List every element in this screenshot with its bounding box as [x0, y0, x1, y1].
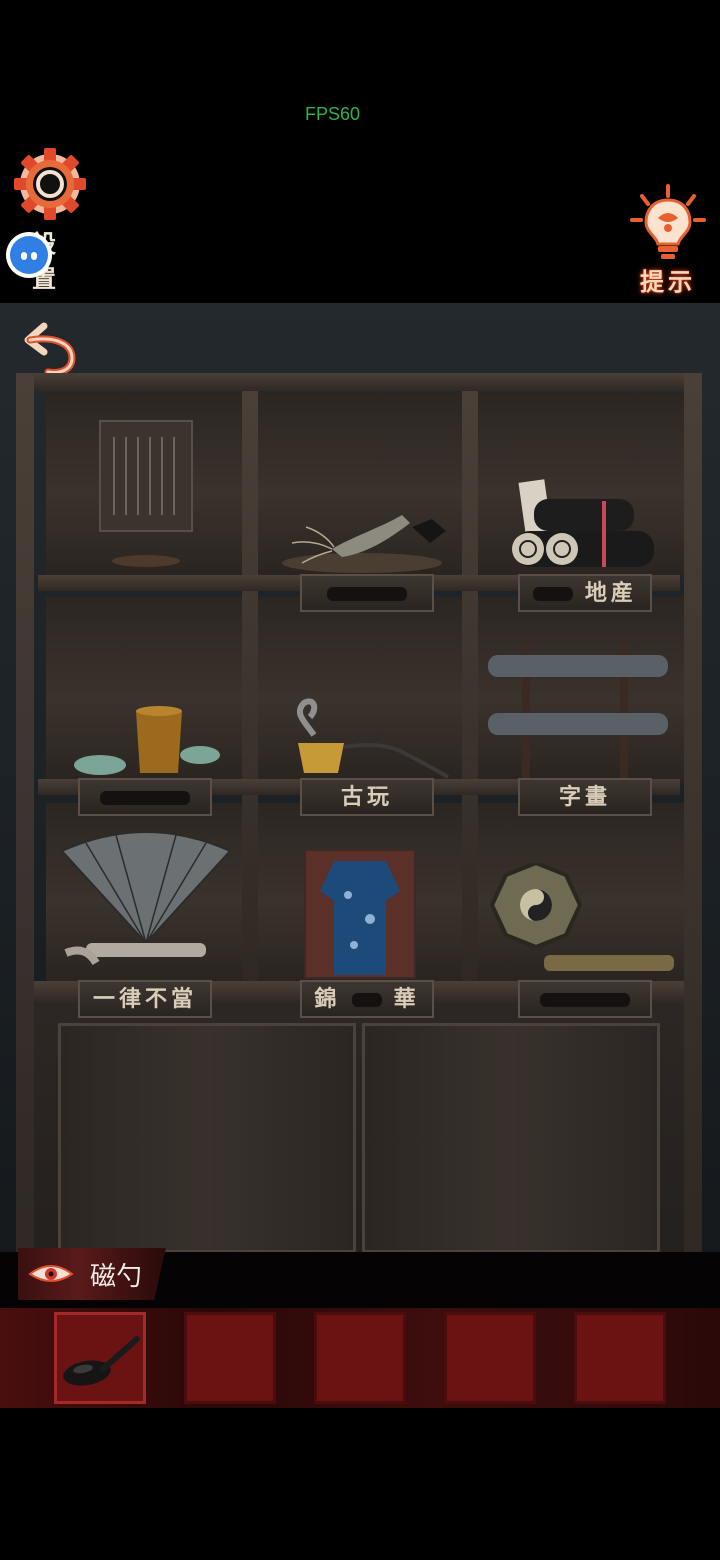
label-scratched-out	[327, 587, 407, 601]
divider-right	[462, 391, 478, 991]
inventory-slot-5[interactable]	[574, 1312, 666, 1404]
shelf-label-text: 地産	[584, 580, 637, 606]
shelf-label-row1-right[interactable]: 地産	[518, 574, 652, 612]
qipao-frame[interactable]	[304, 849, 416, 979]
label-scratched-out	[100, 791, 190, 805]
shelf-label-row2-left[interactable]	[78, 778, 212, 816]
scroll-bundle[interactable]	[494, 477, 664, 577]
lightbulb-icon	[630, 184, 706, 259]
label-scratched-out	[533, 587, 574, 601]
spoon-icon	[63, 1336, 140, 1386]
incense-burner[interactable]	[274, 697, 454, 783]
cabinet-right-side	[684, 373, 702, 1253]
bagua-mirror-and-telescope[interactable]	[488, 863, 678, 981]
label-scratched-out	[540, 993, 630, 1007]
shelf-label-text: 字畫	[558, 784, 611, 810]
shelf-label-row3-left[interactable]: 一律不當	[78, 980, 212, 1018]
inventory-slot-3[interactable]	[314, 1312, 406, 1404]
shelf-label-row2-center[interactable]: 古玩	[300, 778, 434, 816]
inventory-slot-4[interactable]	[444, 1312, 536, 1404]
antique-cup-and-coins[interactable]	[70, 703, 240, 783]
shelf-label-text: 一律不當	[92, 986, 197, 1012]
shelf-label-text: 古玩	[340, 784, 393, 810]
folding-fan-and-pistol[interactable]	[56, 833, 240, 983]
hint-label: 提示	[640, 267, 696, 296]
scroll-rack[interactable]	[488, 643, 668, 783]
shelf-label-row1-center[interactable]	[300, 574, 434, 612]
shelf-label-text-b: 華	[393, 986, 420, 1012]
divider-left	[242, 391, 258, 991]
assistant-bubble-icon[interactable]	[6, 232, 52, 278]
inventory-slot-1[interactable]	[54, 1312, 146, 1404]
assistant-face	[10, 236, 48, 274]
gear-icon	[14, 148, 86, 220]
label-scratched-out	[352, 993, 382, 1007]
eye-icon[interactable]	[28, 1262, 74, 1286]
eye-center	[31, 252, 37, 260]
shelf-label-row3-right[interactable]	[518, 980, 652, 1018]
shelf-label-row2-right[interactable]: 字畫	[518, 778, 652, 816]
framed-document[interactable]	[96, 419, 196, 579]
cabinet-top	[16, 373, 702, 391]
shelf-label-text-a: 錦	[314, 986, 341, 1012]
cupboard-door-right[interactable]	[362, 1023, 660, 1253]
inventory-slot-2[interactable]	[184, 1312, 276, 1404]
cupboard-door-left[interactable]	[58, 1023, 356, 1253]
shelf-label-row3-center[interactable]: 錦 華	[300, 980, 434, 1018]
fps-counter: FPS60	[304, 104, 361, 124]
selected-item-name: 磁勺	[90, 1262, 143, 1292]
ginseng-tray[interactable]	[272, 497, 462, 577]
hint-button[interactable]: 提示	[628, 184, 708, 300]
back-arrow-icon	[24, 322, 76, 376]
eye-left	[21, 252, 27, 260]
cabinet-left-side	[16, 373, 34, 1253]
back-button[interactable]	[22, 318, 80, 378]
